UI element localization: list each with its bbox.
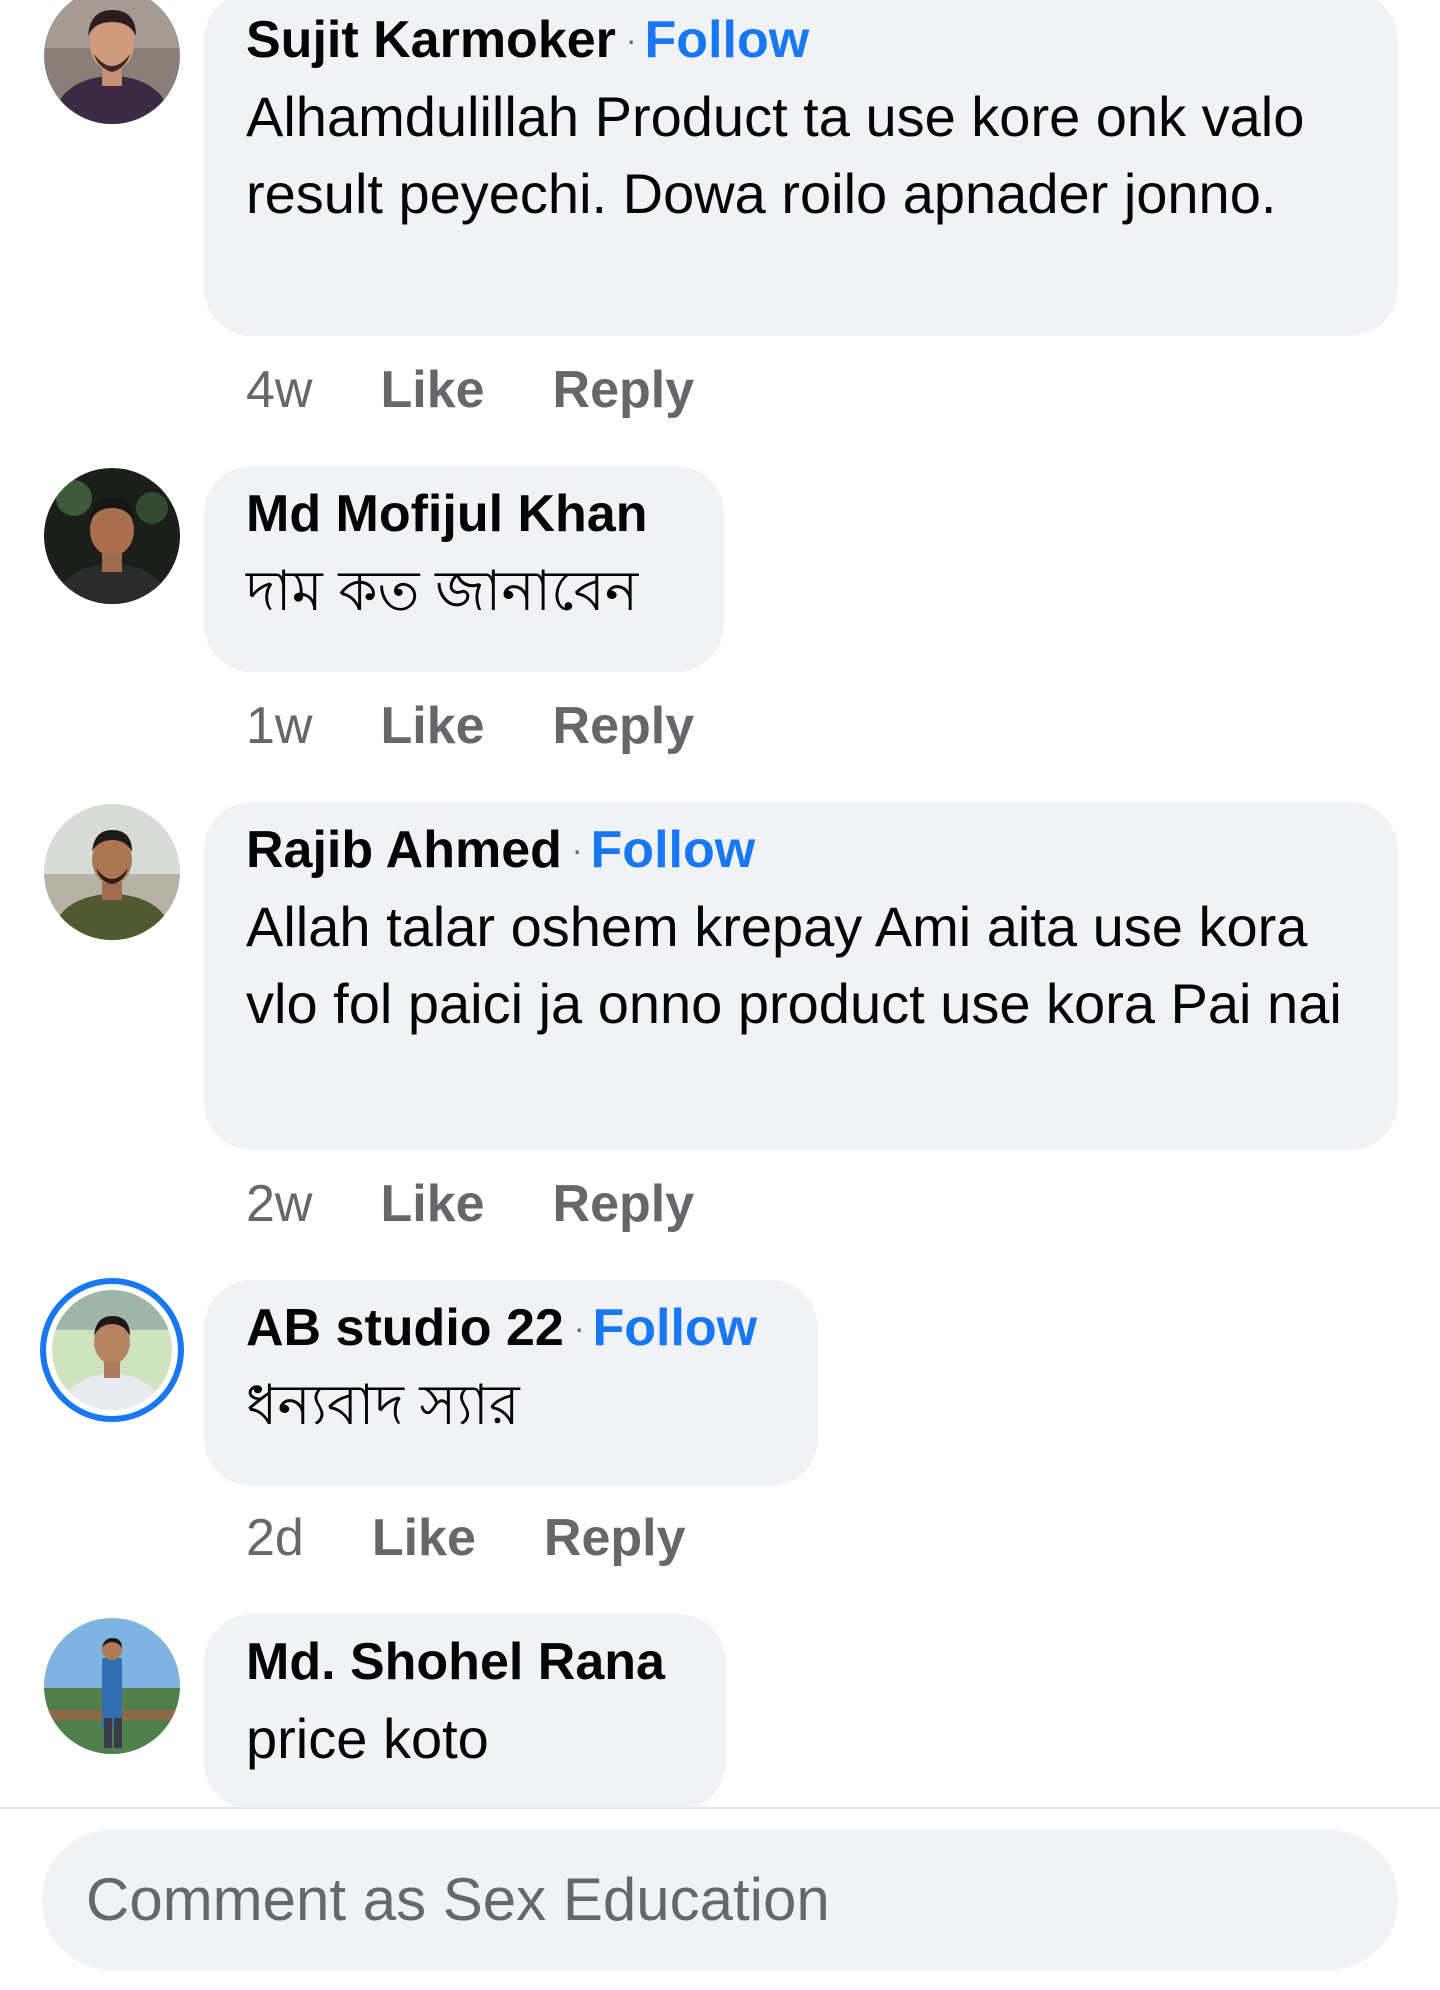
comment-author[interactable]: Md. Shohel Rana: [246, 1633, 665, 1691]
comment-timestamp[interactable]: 2d: [246, 1508, 304, 1568]
follow-button[interactable]: Follow: [645, 11, 810, 69]
reply-button[interactable]: Reply: [553, 696, 695, 756]
comment-timestamp[interactable]: 2w: [246, 1174, 312, 1234]
like-button[interactable]: Like: [380, 1174, 484, 1234]
comment-text: দাম কত জানাবেন: [246, 559, 639, 622]
comment-bubble: Sujit Karmoker · Follow Alhamdulillah Prod…: [204, 0, 1398, 336]
comment-actions: 4w Like Reply: [246, 360, 694, 420]
like-button[interactable]: Like: [380, 360, 484, 420]
avatar[interactable]: [44, 804, 180, 940]
comment-actions: 2w Like Reply: [246, 1174, 694, 1234]
comment-text: price koto: [246, 1707, 489, 1770]
comment-text: Alhamdulillah Product ta use kore onk va…: [246, 85, 1305, 225]
comment-actions: 1w Like Reply: [246, 696, 694, 756]
story-ring: [52, 1290, 172, 1410]
separator-dot: ·: [571, 832, 583, 868]
comment-header: Md Mofijul Khan: [246, 484, 682, 544]
comment-bubble: Md. Shohel Rana price koto: [204, 1614, 726, 1807]
reply-button[interactable]: Reply: [553, 360, 695, 420]
comment-actions: 2d Like Reply: [246, 1508, 686, 1568]
follow-button[interactable]: Follow: [591, 821, 756, 879]
comment-header: AB studio 22 · Follow: [246, 1298, 776, 1358]
comment-author[interactable]: Sujit Karmoker: [246, 11, 616, 69]
avatar[interactable]: [40, 1278, 184, 1422]
separator-dot: ·: [573, 1310, 585, 1346]
comment-bubble: Md Mofijul Khan দাম কত জানাবেন: [204, 466, 724, 672]
comment-author[interactable]: Md Mofijul Khan: [246, 485, 647, 543]
divider: [0, 1807, 1440, 1809]
like-button[interactable]: Like: [372, 1508, 476, 1568]
comment-input[interactable]: Comment as Sex Education: [42, 1830, 1398, 1970]
comment-bubble: AB studio 22 · Follow ধন্যবাদ স্যার: [204, 1280, 818, 1486]
comments-list: Sujit Karmoker · Follow Alhamdulillah Prod…: [0, 0, 1440, 1807]
comment-header: Rajib Ahmed · Follow: [246, 820, 1356, 880]
avatar[interactable]: [44, 468, 180, 604]
like-button[interactable]: Like: [380, 696, 484, 756]
comment-bubble: Rajib Ahmed · Follow Allah talar oshem kre…: [204, 802, 1398, 1150]
comment-text: Allah talar oshem krepay Ami aita use ko…: [246, 895, 1342, 1035]
comment-timestamp[interactable]: 1w: [246, 696, 312, 756]
avatar[interactable]: [44, 0, 180, 124]
comment-timestamp[interactable]: 4w: [246, 360, 312, 420]
follow-button[interactable]: Follow: [592, 1299, 757, 1357]
reply-button[interactable]: Reply: [553, 1174, 695, 1234]
comment-author[interactable]: AB studio 22: [246, 1299, 564, 1357]
comment-header: Md. Shohel Rana: [246, 1632, 684, 1692]
reply-button[interactable]: Reply: [544, 1508, 686, 1568]
separator-dot: ·: [625, 22, 637, 58]
comment-author[interactable]: Rajib Ahmed: [246, 821, 562, 879]
comment-header: Sujit Karmoker · Follow: [246, 10, 1356, 70]
comment-text: ধন্যবাদ স্যার: [246, 1373, 520, 1436]
avatar[interactable]: [44, 1618, 180, 1754]
